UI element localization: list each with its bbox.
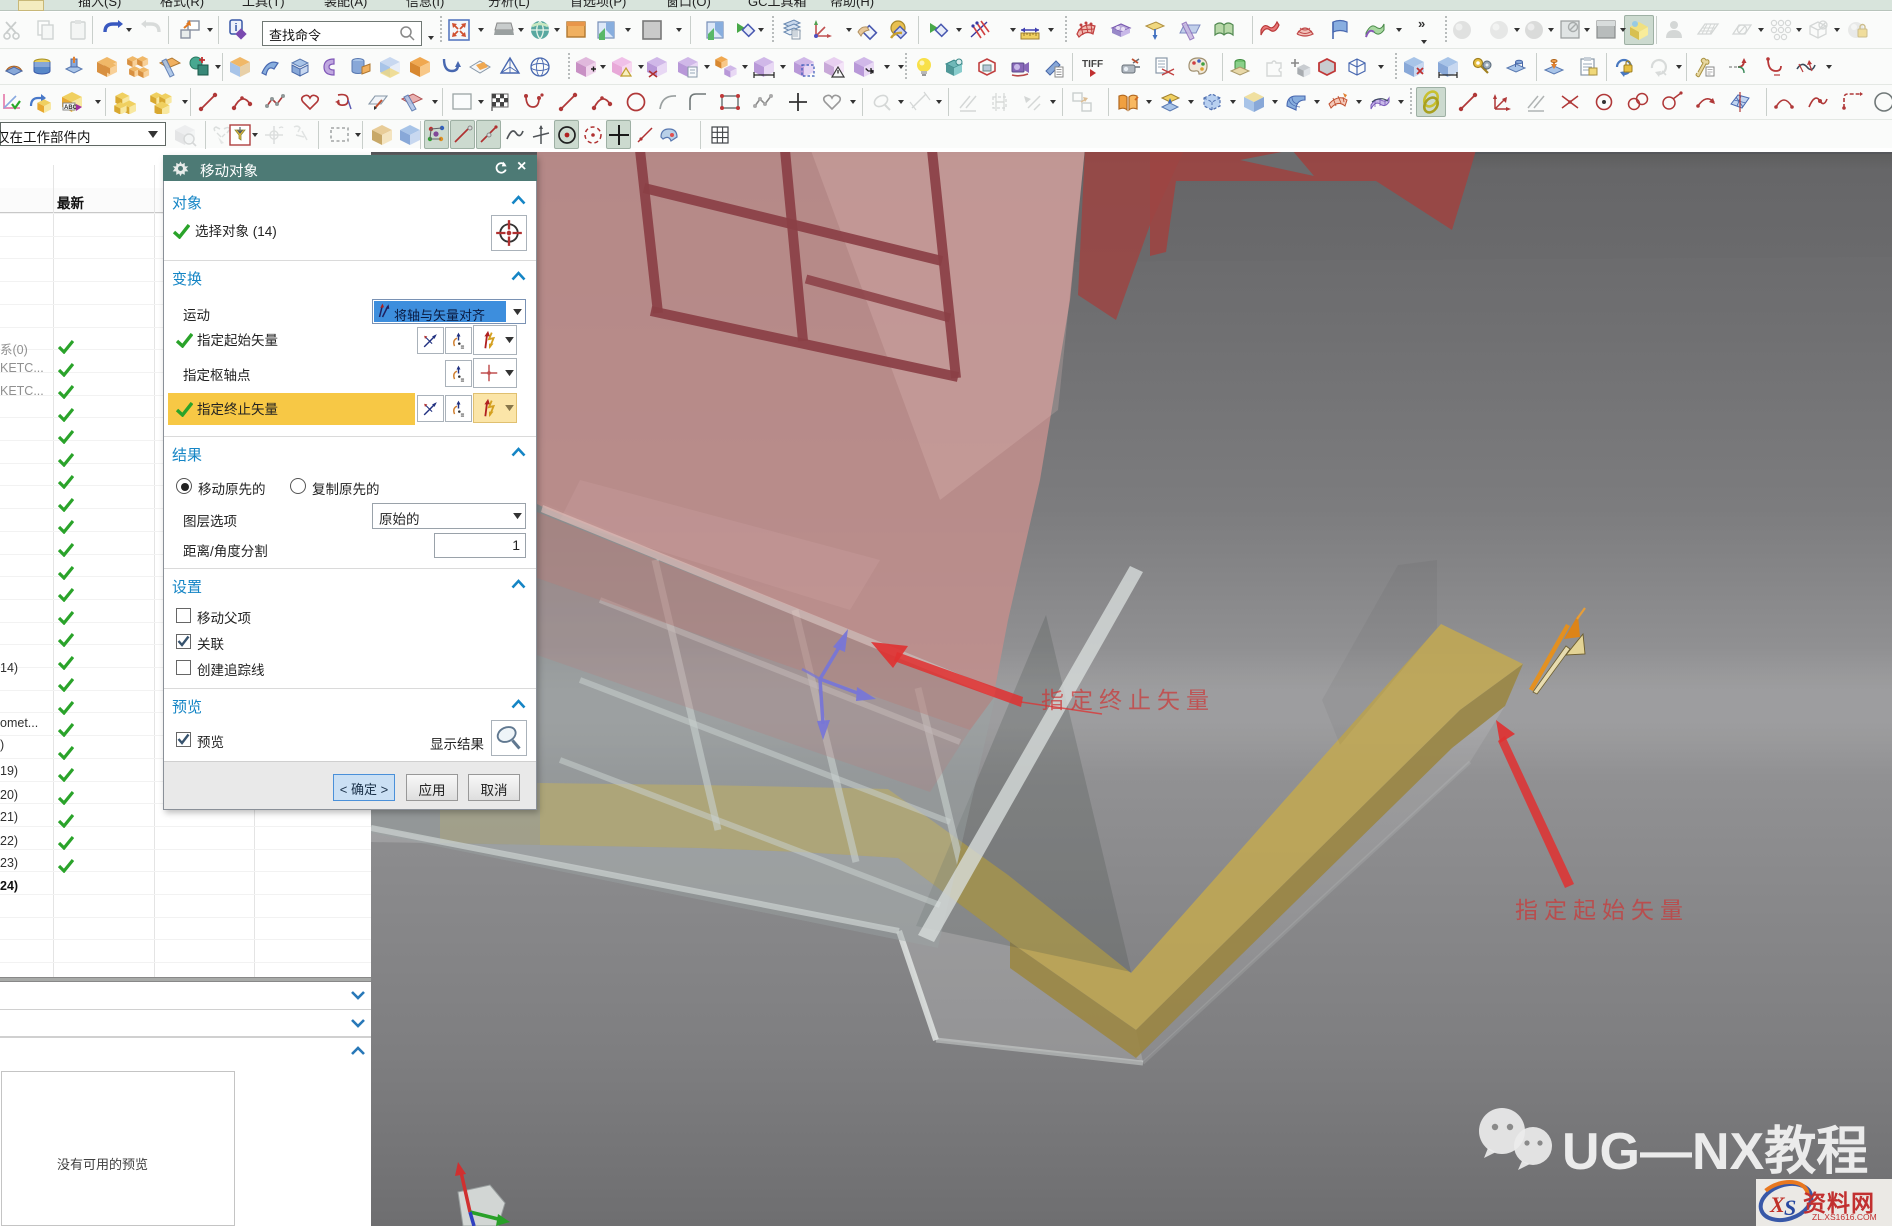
svg-text:i: i (234, 22, 237, 34)
svg-text:ABC: ABC (64, 105, 78, 111)
svg-text:S: S (1784, 1195, 1796, 1220)
svg-text:TIFF: TIFF (1082, 59, 1103, 70)
